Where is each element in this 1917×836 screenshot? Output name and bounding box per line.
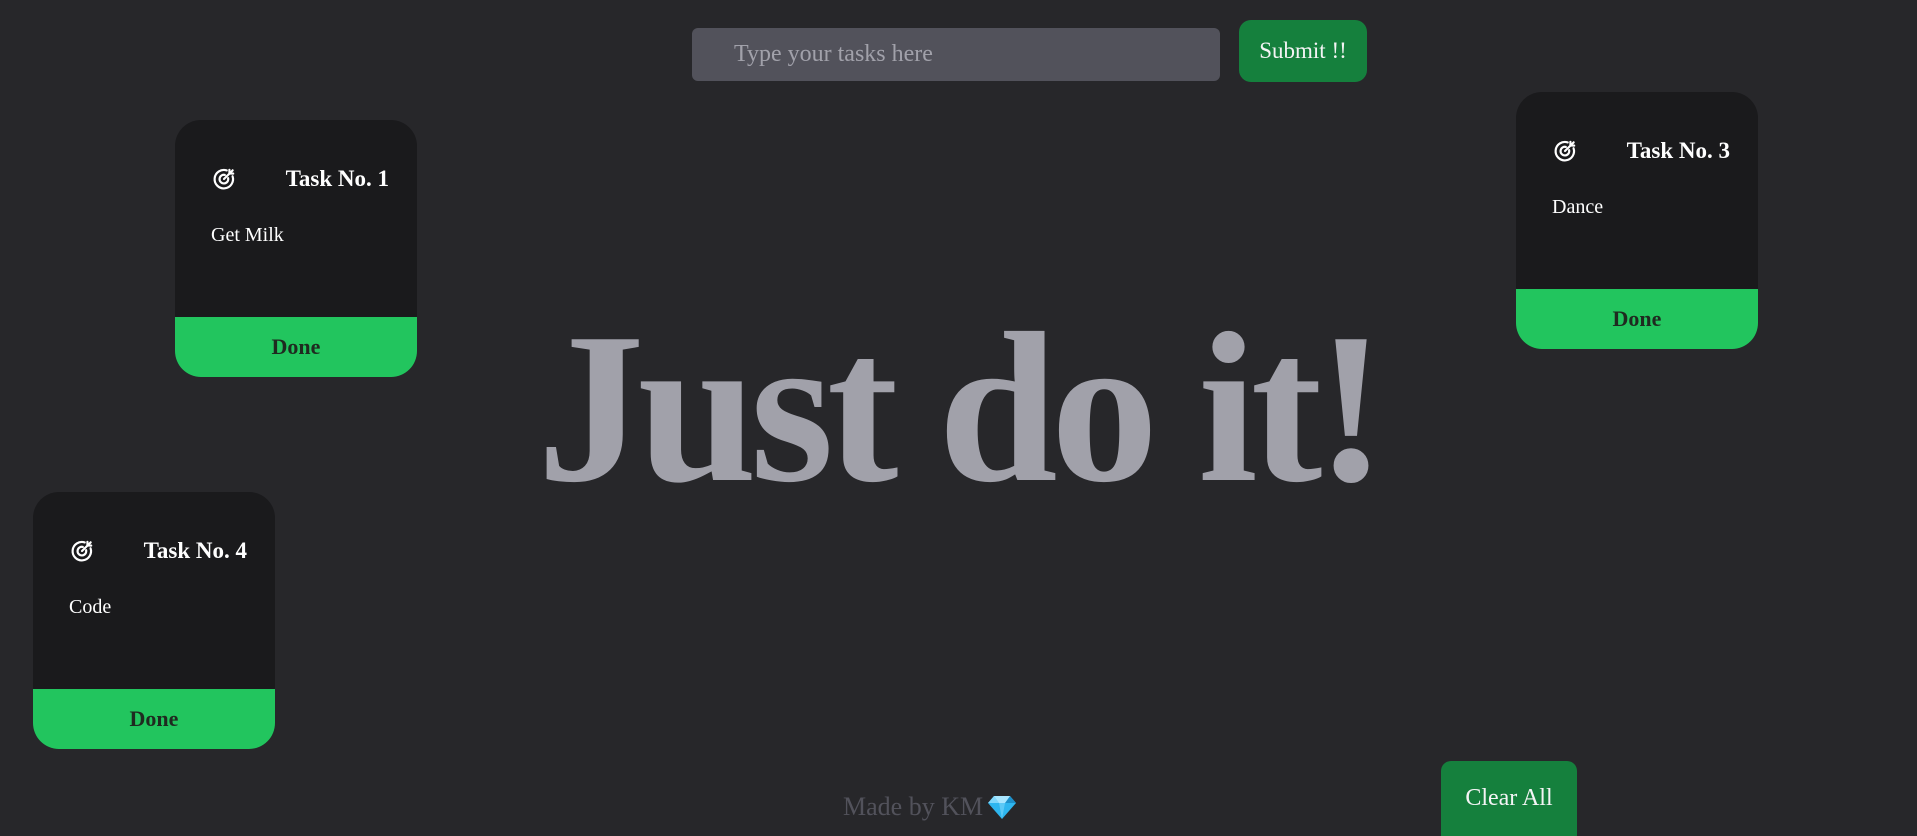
footer-credit: Made by KM	[843, 792, 1017, 822]
target-icon	[1552, 138, 1578, 164]
target-icon	[69, 538, 95, 564]
task-text: Code	[69, 596, 112, 618]
footer-credit-text: Made by KM	[843, 792, 984, 821]
task-card-header: Task No. 4	[69, 536, 247, 566]
target-icon	[211, 166, 237, 192]
task-card: Task No. 1 Get Milk Done	[175, 120, 417, 377]
task-input[interactable]	[692, 28, 1220, 81]
done-button[interactable]: Done	[175, 317, 417, 377]
task-title: Task No. 1	[285, 166, 389, 191]
clear-all-button[interactable]: Clear All	[1441, 761, 1577, 836]
task-title: Task No. 3	[1626, 138, 1730, 163]
done-button[interactable]: Done	[1516, 289, 1758, 349]
task-card-header: Task No. 3	[1552, 136, 1730, 166]
task-title: Task No. 4	[143, 538, 247, 563]
task-card: Task No. 3 Dance Done	[1516, 92, 1758, 349]
task-text: Dance	[1552, 196, 1604, 218]
task-card-header: Task No. 1	[211, 164, 389, 194]
done-button[interactable]: Done	[33, 689, 275, 749]
task-card: Task No. 4 Code Done	[33, 492, 275, 749]
gem-icon	[987, 794, 1017, 820]
submit-button[interactable]: Submit !!	[1239, 20, 1367, 82]
task-text: Get Milk	[211, 224, 284, 246]
